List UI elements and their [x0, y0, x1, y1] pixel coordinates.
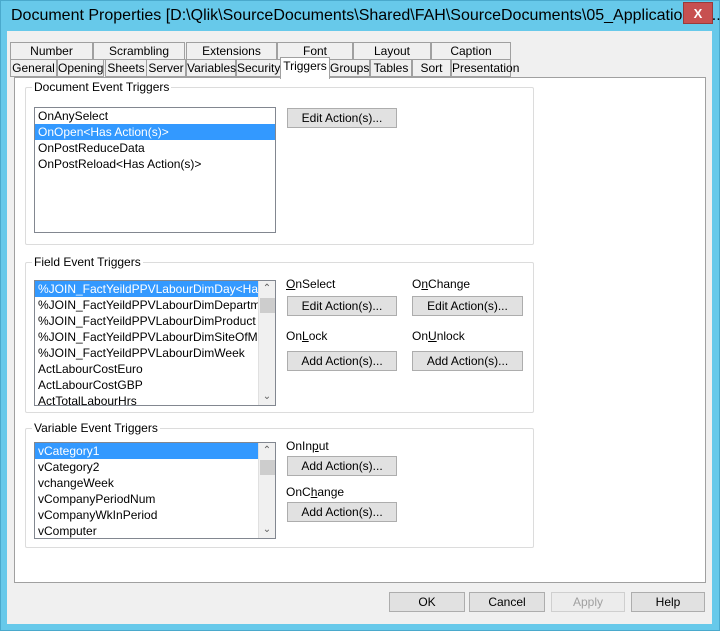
list-item[interactable]: vCompanyWkInPeriod [35, 507, 258, 523]
variable-onchange-action-button[interactable]: Add Action(s)... [287, 502, 397, 522]
apply-button[interactable]: Apply [551, 592, 625, 612]
tab-server[interactable]: Server [146, 59, 186, 77]
tab-variables[interactable]: Variables [186, 59, 236, 77]
scroll-down-icon[interactable]: ⌄ [259, 522, 275, 538]
onunlock-action-button[interactable]: Add Action(s)... [412, 351, 523, 371]
list-item[interactable]: %JOIN_FactYeildPPVLabourDimProduct [35, 313, 258, 329]
list-item[interactable]: vCompanyPeriodNum [35, 491, 258, 507]
tab-scrambling[interactable]: Scrambling [93, 42, 185, 60]
tab-number[interactable]: Number [10, 42, 93, 60]
onselect-label: OnSelect [286, 277, 336, 291]
tab-security[interactable]: Security [236, 59, 281, 77]
field-event-triggers-group: Field Event Triggers %JOIN_FactYeildPPVL… [25, 255, 534, 413]
close-button[interactable]: X [683, 2, 713, 24]
edit-document-action-button[interactable]: Edit Action(s)... [287, 108, 397, 128]
onlock-action-button[interactable]: Add Action(s)... [287, 351, 397, 371]
onlock-label: OnLock [286, 329, 328, 343]
tab-panel-triggers: Document Event Triggers OnAnySelect OnOpe… [14, 77, 706, 583]
list-item[interactable]: %JOIN_FactYeildPPVLabourDimDay<Has Actio… [35, 281, 275, 297]
list-item[interactable]: ActLabourCostGBP [35, 377, 258, 393]
group-legend: Field Event Triggers [32, 255, 143, 269]
list-item[interactable]: vCategory2 [35, 459, 258, 475]
tab-presentation[interactable]: Presentation [451, 59, 519, 77]
onunlock-label: OnUnlock [412, 329, 465, 343]
oninput-action-button[interactable]: Add Action(s)... [287, 456, 397, 476]
list-item[interactable]: ActLabourCostEuro [35, 361, 258, 377]
variable-triggers-listbox[interactable]: vCategory1 vCategory2 vchangeWeek vCompanyP… [34, 442, 276, 539]
tab-extensions[interactable]: Extensions [186, 42, 277, 60]
scrollbar[interactable]: ⌃ ⌄ [258, 443, 275, 538]
document-event-triggers-group: Document Event Triggers OnAnySelect OnOpe… [25, 80, 534, 245]
tab-general[interactable]: General [10, 59, 57, 77]
list-item[interactable]: vComputer [35, 523, 258, 538]
cancel-button[interactable]: Cancel [469, 592, 545, 612]
list-item[interactable]: %JOIN_FactYeildPPVLabourDimDepartment [35, 297, 275, 313]
scroll-up-icon[interactable]: ⌃ [259, 281, 275, 297]
tab-groups[interactable]: Groups [329, 59, 370, 77]
list-item[interactable]: OnPostReduceData [35, 140, 275, 156]
list-item[interactable]: OnPostReload<Has Action(s)> [35, 156, 275, 172]
list-item[interactable]: %JOIN_FactYeildPPVLabourDimSiteOfManufac… [35, 329, 275, 345]
tab-sheets[interactable]: Sheets [105, 59, 147, 77]
group-legend: Variable Event Triggers [32, 421, 160, 435]
onselect-action-button[interactable]: Edit Action(s)... [287, 296, 397, 316]
scrollbar[interactable]: ⌃ ⌄ [258, 281, 275, 405]
help-button[interactable]: Help [631, 592, 705, 612]
list-item[interactable]: vchangeWeek [35, 475, 258, 491]
list-item[interactable]: %JOIN_FactYeildPPVLabourDimWeek [35, 345, 258, 361]
tab-sort[interactable]: Sort [412, 59, 451, 77]
list-item[interactable]: OnOpen<Has Action(s)> [35, 124, 275, 140]
window-title: Document Properties [D:\Qlik\SourceDocum… [11, 7, 720, 24]
list-item[interactable]: vCategory1 [35, 443, 258, 459]
onchange-action-button[interactable]: Edit Action(s)... [412, 296, 523, 316]
tab-opening[interactable]: Opening [57, 59, 104, 77]
oninput-label: OnInput [286, 439, 329, 453]
field-triggers-listbox[interactable]: %JOIN_FactYeildPPVLabourDimDay<Has Actio… [34, 280, 276, 406]
ok-button[interactable]: OK [389, 592, 465, 612]
list-item[interactable]: ActTotalLabourHrs [35, 393, 258, 405]
onchange-label: OnChange [412, 277, 471, 291]
variable-event-triggers-group: Variable Event Triggers vCategory1 vCateg… [25, 421, 534, 548]
scrollbar-thumb[interactable] [260, 460, 275, 475]
scrollbar-thumb[interactable] [260, 298, 275, 313]
tab-triggers[interactable]: Triggers [280, 57, 330, 79]
scroll-down-icon[interactable]: ⌄ [259, 389, 275, 405]
variable-onchange-label: OnChange [286, 485, 345, 499]
scroll-up-icon[interactable]: ⌃ [259, 443, 275, 459]
group-legend: Document Event Triggers [32, 80, 172, 94]
tab-caption[interactable]: Caption [431, 42, 511, 60]
tab-tables[interactable]: Tables [370, 59, 412, 77]
list-item[interactable]: OnAnySelect [35, 108, 275, 124]
document-triggers-listbox[interactable]: OnAnySelect OnOpen<Has Action(s)> OnPostRe… [34, 107, 276, 233]
tab-layout[interactable]: Layout [353, 42, 431, 60]
